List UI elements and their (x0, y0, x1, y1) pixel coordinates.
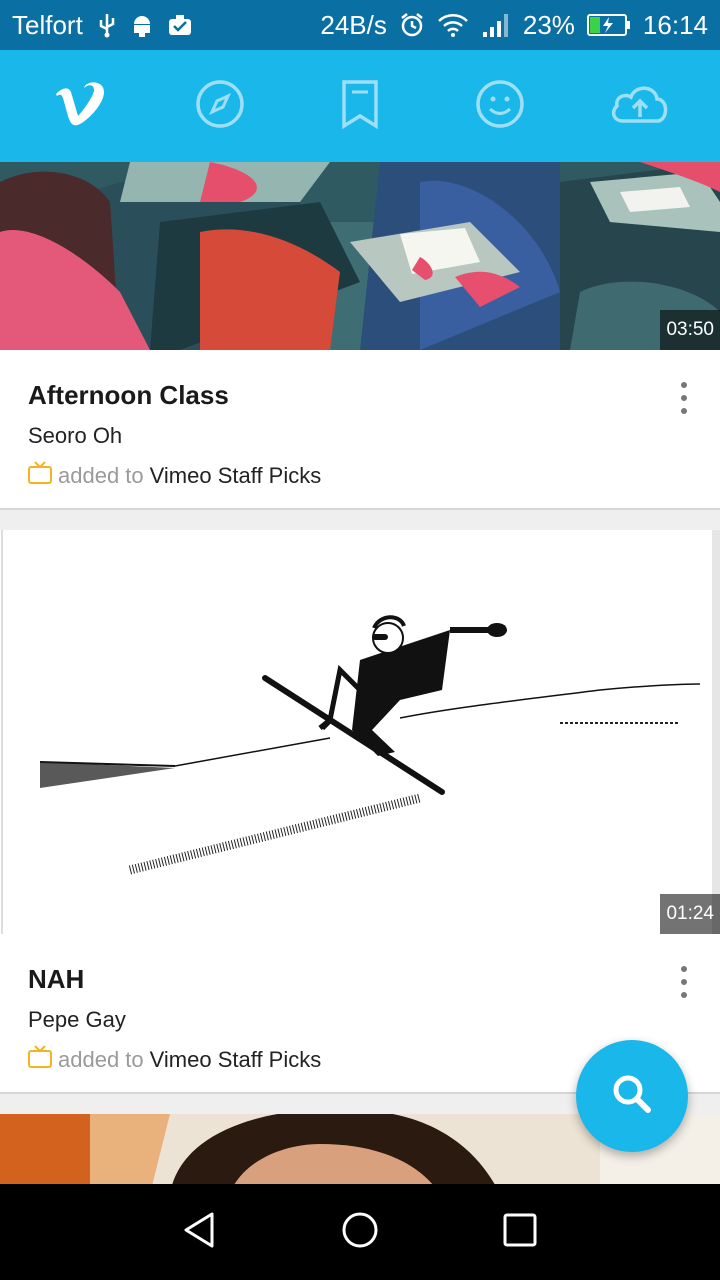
video-meta: Afternoon Class Seoro Oh added to Vimeo … (0, 350, 720, 508)
more-vertical-icon (681, 966, 687, 972)
signal-icon (481, 12, 511, 38)
video-author[interactable]: Seoro Oh (28, 423, 692, 449)
search-button[interactable] (576, 1040, 688, 1152)
added-to-line: added to Vimeo Staff Picks (28, 461, 692, 491)
recents-button[interactable] (480, 1192, 560, 1272)
video-thumbnail[interactable]: 03:50 (0, 162, 720, 350)
watch-later-bookmark-icon (338, 78, 382, 135)
network-speed: 24B/s (320, 9, 387, 40)
status-bar: Telfort 24B/s 23% 16:14 (0, 0, 720, 50)
carrier-name: Telfort (12, 9, 83, 40)
back-icon (180, 1210, 220, 1255)
tab-upload[interactable] (585, 61, 695, 151)
video-feed: 03:50 Afternoon Class Seoro Oh added to … (0, 162, 720, 1184)
upload-cloud-icon (609, 81, 671, 132)
video-duration: 01:24 (660, 894, 720, 934)
home-button[interactable] (320, 1192, 400, 1272)
card-divider (0, 510, 720, 530)
more-options-button[interactable] (668, 380, 700, 416)
tab-home[interactable] (25, 61, 135, 151)
tab-watch-later[interactable] (305, 61, 415, 151)
vimeo-logo-icon (54, 81, 106, 131)
more-vertical-icon (681, 382, 687, 388)
channel-link[interactable]: Vimeo Staff Picks (150, 463, 322, 489)
more-options-button[interactable] (668, 964, 700, 1000)
video-duration: 03:50 (660, 310, 720, 350)
top-navigation (0, 50, 720, 162)
battery-percent: 23% (522, 9, 575, 40)
added-to-label: added to (58, 1047, 144, 1072)
video-title[interactable]: NAH (28, 964, 692, 995)
channel-link[interactable]: Vimeo Staff Picks (150, 1047, 322, 1073)
video-title[interactable]: Afternoon Class (28, 380, 692, 411)
me-face-icon (474, 78, 526, 135)
added-to-label: added to (58, 463, 144, 488)
tv-channel-icon (28, 461, 52, 491)
classroom-illustration (0, 162, 720, 350)
search-icon (610, 1072, 654, 1121)
tab-explore[interactable] (165, 61, 275, 151)
clock-time: 16:14 (642, 9, 708, 40)
battery-charging-icon (586, 13, 631, 37)
tv-channel-icon (28, 1045, 52, 1075)
alarm-icon (399, 12, 425, 38)
video-card[interactable]: 03:50 Afternoon Class Seoro Oh added to … (0, 162, 720, 510)
usb-icon (97, 12, 117, 38)
tab-me[interactable] (445, 61, 555, 151)
video-author[interactable]: Pepe Gay (28, 1007, 692, 1033)
android-debug-icon (131, 13, 153, 37)
explore-compass-icon (194, 78, 246, 135)
home-icon (340, 1210, 380, 1255)
back-button[interactable] (160, 1192, 240, 1272)
video-thumbnail[interactable]: 01:24 (0, 530, 720, 934)
photo-upload-icon (167, 13, 193, 37)
video-card[interactable]: 01:24 NAH Pepe Gay added to Vimeo Staff … (0, 530, 720, 1094)
wifi-icon (437, 13, 469, 37)
recents-icon (500, 1210, 540, 1255)
system-navigation-bar (0, 1184, 720, 1280)
snowboarder-sketch (0, 530, 720, 934)
